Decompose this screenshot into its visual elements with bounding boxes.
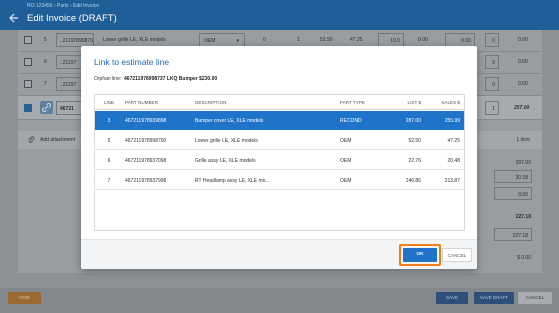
col-header-part-type: PART TYPE bbox=[340, 100, 365, 105]
row-checkbox[interactable] bbox=[24, 36, 32, 44]
total-tax-field[interactable]: 20.18 bbox=[494, 170, 532, 183]
cell-description: RT Headlamp assy LE, XLE mo... bbox=[195, 178, 270, 184]
row-qty-field[interactable]: 0 bbox=[485, 77, 499, 91]
row-total: 0.00 bbox=[518, 59, 528, 65]
row-pct-field[interactable]: 10.0 bbox=[378, 33, 404, 47]
total-balance: $ 0.00 bbox=[517, 255, 531, 261]
row-total: 0.00 bbox=[518, 81, 528, 87]
row-number: 5 bbox=[44, 37, 47, 43]
dialog-title: Link to estimate line bbox=[94, 57, 170, 67]
row-total: 257.00 bbox=[514, 105, 530, 111]
cell-sales: 213.87 bbox=[444, 178, 460, 184]
row-total: 0.00 bbox=[518, 37, 528, 43]
add-attachment-link[interactable]: Add attachment bbox=[40, 137, 75, 143]
void-button[interactable]: VOID bbox=[8, 292, 41, 304]
table-row[interactable]: 7 467211978937998 RT Headlamp assy LE, X… bbox=[95, 171, 464, 190]
table-row[interactable]: 6 467211978937098 Grille assy LE, XLE mo… bbox=[95, 151, 464, 170]
save-button[interactable]: SAVE bbox=[436, 292, 468, 304]
back-arrow-icon[interactable] bbox=[8, 12, 20, 24]
row-qty-field[interactable]: 0 bbox=[485, 55, 499, 69]
ok-button[interactable]: OK bbox=[403, 248, 437, 262]
row-qty-field[interactable]: 0 bbox=[485, 33, 499, 47]
row-qty: 0 bbox=[263, 37, 266, 43]
dialog-cancel-button[interactable]: CANCEL bbox=[442, 248, 472, 262]
cell-sales: 47.25 bbox=[447, 138, 460, 144]
col-header-part-number: PART NUMBER bbox=[125, 100, 158, 105]
row-checkbox[interactable] bbox=[24, 80, 32, 88]
cell-description: Grille assy LE, XLE models bbox=[195, 158, 256, 164]
row-qty-2: 1 bbox=[297, 37, 300, 43]
cell-description: Lower grille LE, XLE models bbox=[195, 138, 258, 144]
paperclip-icon bbox=[28, 136, 35, 143]
cell-part-type: OEM bbox=[340, 138, 352, 144]
row-checkbox[interactable] bbox=[24, 58, 32, 66]
cell-line: 7 bbox=[107, 178, 111, 184]
breadcrumb: RO 123456 › Parts › Edit Invoice bbox=[27, 3, 99, 9]
cell-part-number: 467211978937098 bbox=[125, 158, 167, 164]
attachment-count: 1 item bbox=[516, 137, 530, 143]
col-header-sales: SALES $ bbox=[441, 100, 460, 105]
table-row-selected[interactable]: 3 467211978939898 Bumper cover LE, XLE m… bbox=[95, 111, 464, 130]
table-row[interactable]: 5 467211978998700 Lower grille LE, XLE m… bbox=[95, 131, 464, 150]
orphan-line-value: 467211978998737 LKQ Bumper $230.00 bbox=[124, 76, 218, 82]
estimate-lines-table: LINE PART NUMBER DESCRIPTION PART TYPE L… bbox=[94, 94, 465, 231]
row-number: 6 bbox=[44, 59, 47, 65]
cell-part-number: 467211978998700 bbox=[125, 138, 167, 144]
cell-description: Bumper cover LE, XLE models bbox=[195, 118, 264, 124]
cell-part-type: OEM bbox=[340, 158, 352, 164]
footer-bar: VOID SAVE SAVE DRAFT CANCEL bbox=[0, 288, 559, 313]
link-estimate-dialog: Link to estimate line Orphan line: 46721… bbox=[81, 46, 477, 269]
row-list-price: 52.50 bbox=[320, 37, 333, 43]
row-checkbox-checked[interactable] bbox=[24, 104, 32, 112]
save-draft-button[interactable]: SAVE DRAFT bbox=[474, 292, 514, 304]
col-header-line: LINE bbox=[103, 100, 115, 105]
col-header-description: DESCRIPTION bbox=[195, 100, 227, 105]
row-discount: 0.00 bbox=[418, 37, 428, 43]
cell-line: 6 bbox=[107, 158, 111, 164]
orphan-line-label: Orphan line: bbox=[94, 76, 122, 82]
part-number-field[interactable]: ..211978998700 bbox=[56, 33, 94, 47]
cell-sales: 20.48 bbox=[447, 158, 460, 164]
row-number: 7 bbox=[44, 81, 47, 87]
total-grand: 227.18 bbox=[515, 214, 531, 220]
row-description: Lower grille LE, XLE models bbox=[103, 37, 166, 43]
link-icon[interactable] bbox=[40, 101, 53, 114]
total-subtotal: 207.00 bbox=[515, 160, 531, 166]
cell-sales: 255.99 bbox=[444, 118, 460, 124]
orphan-line: Orphan line: 467211978998737 LKQ Bumper … bbox=[94, 76, 217, 82]
part-type-select[interactable]: OEM ▾ bbox=[199, 33, 245, 47]
part-type-value: OEM bbox=[204, 38, 216, 44]
table-header: LINE PART NUMBER DESCRIPTION PART TYPE L… bbox=[95, 95, 464, 110]
row-ext-field[interactable]: 0.00 bbox=[445, 33, 475, 47]
page-title: Edit Invoice (DRAFT) bbox=[27, 13, 117, 24]
cell-line: 5 bbox=[107, 138, 111, 144]
total-paid-field[interactable]: 227.18 bbox=[494, 228, 532, 241]
cell-part-number: 467211978937998 bbox=[125, 178, 167, 184]
cancel-button[interactable]: CANCEL bbox=[518, 292, 552, 304]
total-other-field[interactable]: 0.00 bbox=[494, 187, 532, 200]
row-qty-field[interactable]: 1 bbox=[485, 101, 499, 115]
cell-part-type: OEM bbox=[340, 178, 352, 184]
app-header: RO 123456 › Parts › Edit Invoice Edit In… bbox=[0, 0, 559, 30]
cell-part-type: RECOND bbox=[340, 118, 362, 124]
chevron-down-icon: ▾ bbox=[236, 38, 239, 44]
cell-part-number: 467211978939898 bbox=[125, 118, 167, 124]
cell-line: 3 bbox=[107, 118, 111, 124]
row-net-price: 47.25 bbox=[350, 37, 363, 43]
